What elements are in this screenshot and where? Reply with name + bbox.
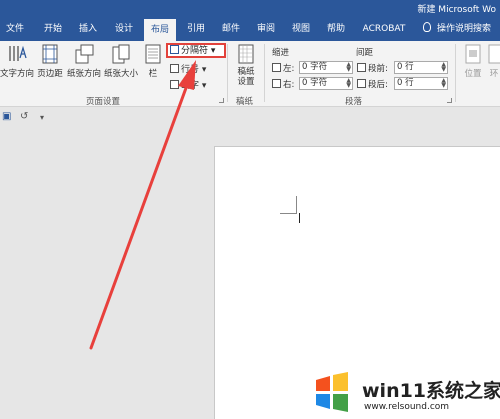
orientation-label: 纸张方向 xyxy=(66,69,101,79)
text-direction-button[interactable]: 文字方向 xyxy=(0,44,34,79)
margins-icon xyxy=(42,44,58,64)
tab-acrobat[interactable]: ACROBAT xyxy=(358,17,410,41)
position-button[interactable]: 位置 xyxy=(462,44,484,79)
page-size-icon xyxy=(112,44,130,64)
group-separator xyxy=(264,44,265,102)
tab-insert[interactable]: 插入 xyxy=(74,17,102,41)
document-title: 新建 Microsoft Wo xyxy=(417,5,496,15)
customize-toolbar-icon[interactable]: ▾ xyxy=(40,113,44,122)
orientation-button[interactable]: 纸张方向 xyxy=(66,44,102,79)
tab-help[interactable]: 帮助 xyxy=(322,17,350,41)
line-numbers-label: 行号 xyxy=(181,65,200,75)
indent-left-input[interactable]: 0 字符 ▲ ▼ xyxy=(299,61,353,74)
indent-right-label: 右: xyxy=(283,80,295,90)
tab-design[interactable]: 设计 xyxy=(110,17,138,41)
lightbulb-icon xyxy=(423,22,431,32)
save-icon[interactable]: ▣ xyxy=(2,111,11,122)
hyphenation-label: 断字 xyxy=(181,81,200,91)
spacing-before-label: 段前: xyxy=(368,64,388,74)
line-numbers-icon xyxy=(170,64,179,73)
tab-review[interactable]: 审阅 xyxy=(252,17,280,41)
paragraph-dialog-launcher[interactable] xyxy=(447,98,452,103)
undo-icon[interactable]: ↺ xyxy=(20,111,28,122)
indent-left-value: 0 字符 xyxy=(302,62,328,72)
spinner-arrows-icon[interactable]: ▲ ▼ xyxy=(346,78,351,89)
columns-label: 栏 xyxy=(148,69,158,79)
tab-mailings[interactable]: 邮件 xyxy=(217,17,245,41)
manuscript-icon xyxy=(238,44,254,64)
indent-header: 缩进 xyxy=(272,48,290,58)
spacing-before-value: 0 行 xyxy=(397,62,414,72)
indent-right-icon xyxy=(272,79,281,88)
hyphenation-button[interactable]: 断字 ▾ xyxy=(170,78,206,91)
watermark-url: www.relsound.com xyxy=(364,402,450,412)
text-direction-label: 文字方向 xyxy=(0,69,35,79)
tab-references[interactable]: 引用 xyxy=(182,17,210,41)
indent-left-row: 左: xyxy=(272,62,294,74)
margins-button[interactable]: 页边距 xyxy=(35,44,65,79)
ribbon-tabs: 文件 开始 插入 设计 布局 引用 邮件 审阅 视图 帮助 ACROBAT 操作… xyxy=(0,17,500,41)
wrap-text-label: 环 xyxy=(489,69,499,79)
wrap-text-icon xyxy=(488,44,500,64)
manuscript-group-label: 稿纸 xyxy=(236,97,254,107)
size-button[interactable]: 纸张大小 xyxy=(103,44,139,79)
watermark: win11系统之家 www.relsound.com xyxy=(302,370,500,419)
spacing-before-icon xyxy=(357,63,366,72)
breaks-icon xyxy=(170,45,179,54)
columns-button[interactable]: 栏 xyxy=(143,44,163,79)
spacing-after-label: 段后: xyxy=(368,80,388,90)
margin-corner-mark xyxy=(280,213,297,214)
spacing-before-row: 段前: xyxy=(357,62,388,74)
spinner-arrows-icon[interactable]: ▲ ▼ xyxy=(441,62,446,73)
spinner-arrows-icon[interactable]: ▲ ▼ xyxy=(346,62,351,73)
margins-label: 页边距 xyxy=(37,69,63,79)
position-label: 位置 xyxy=(464,69,482,79)
spacing-before-input[interactable]: 0 行 ▲ ▼ xyxy=(394,61,448,74)
tab-home[interactable]: 开始 xyxy=(39,17,67,41)
indent-left-label: 左: xyxy=(283,64,295,74)
manuscript-setup-line1: 稿纸 xyxy=(237,67,255,77)
spacing-header: 间距 xyxy=(356,48,374,58)
indent-right-input[interactable]: 0 字符 ▲ ▼ xyxy=(299,77,353,90)
page-setup-dialog-launcher[interactable] xyxy=(219,98,224,103)
breaks-button[interactable]: 分隔符 ▾ xyxy=(166,43,226,58)
wrap-text-button[interactable]: 环 xyxy=(488,44,500,79)
text-cursor xyxy=(299,213,300,223)
indent-right-value: 0 字符 xyxy=(302,78,328,88)
group-separator xyxy=(227,44,228,102)
title-bar: 新建 Microsoft Wo xyxy=(0,0,500,17)
text-direction-icon xyxy=(9,45,27,61)
orientation-icon xyxy=(75,44,94,64)
tell-me-search[interactable]: 操作说明搜索 xyxy=(423,17,491,41)
group-separator xyxy=(455,44,456,102)
watermark-title: win11系统之家 xyxy=(362,380,500,402)
size-label: 纸张大小 xyxy=(103,69,138,79)
paragraph-group-label: 段落 xyxy=(345,97,363,107)
tab-view[interactable]: 视图 xyxy=(287,17,315,41)
line-numbers-button[interactable]: 行号 ▾ xyxy=(170,62,206,75)
spinner-arrows-icon[interactable]: ▲ ▼ xyxy=(441,78,446,89)
tell-me-label: 操作说明搜索 xyxy=(437,24,492,34)
quick-access-toolbar: ▣ ↺ ▾ xyxy=(0,107,500,129)
indent-right-row: 右: xyxy=(272,78,294,90)
spacing-after-row: 段后: xyxy=(357,78,388,90)
margin-corner-mark xyxy=(296,196,297,213)
ribbon: 文字方向 页边距 纸张方向 纸张大小 栏 分隔符 ▾ 行号 ▾ 断字 ▾ 页面设… xyxy=(0,41,500,107)
windows-logo-icon xyxy=(316,372,348,412)
tab-layout[interactable]: 布局 xyxy=(144,17,176,41)
page-setup-group-label: 页面设置 xyxy=(86,97,121,107)
columns-icon xyxy=(145,44,161,64)
indent-left-icon xyxy=(272,63,281,72)
spacing-after-input[interactable]: 0 行 ▲ ▼ xyxy=(394,77,448,90)
breaks-label: 分隔符 xyxy=(181,46,209,56)
position-icon xyxy=(465,44,481,64)
hyphenation-icon xyxy=(170,80,179,89)
spacing-after-icon xyxy=(357,79,366,88)
spacing-after-value: 0 行 xyxy=(397,78,414,88)
tab-file[interactable]: 文件 xyxy=(2,17,28,41)
manuscript-setup-line2: 设置 xyxy=(237,77,255,87)
manuscript-setup-button[interactable]: 稿纸 设置 xyxy=(232,44,260,87)
